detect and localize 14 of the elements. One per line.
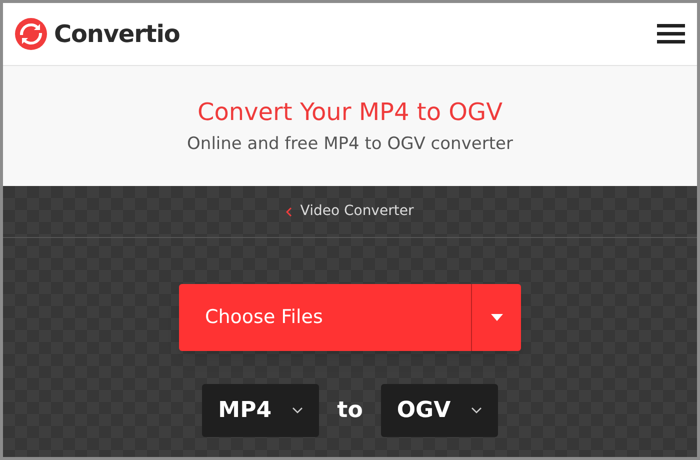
target-format-select[interactable]: OGV [380,384,498,437]
chevron-down-icon [470,407,482,414]
choose-files-button[interactable]: Choose Files [179,284,521,351]
breadcrumb-link[interactable]: Video Converter [286,201,414,222]
logo-text[interactable]: Convertio [54,16,180,52]
to-label: to [337,397,363,425]
page-title: Convert Your MP4 to OGV [197,97,503,128]
chevron-left-icon [286,206,292,216]
menu-icon[interactable] [657,24,685,44]
chevron-down-icon [292,407,304,414]
page-subtitle: Online and free MP4 to OGV converter [187,133,513,156]
logo-icon [15,18,47,50]
source-format-select[interactable]: MP4 [202,384,320,437]
caret-down-icon [490,314,502,321]
